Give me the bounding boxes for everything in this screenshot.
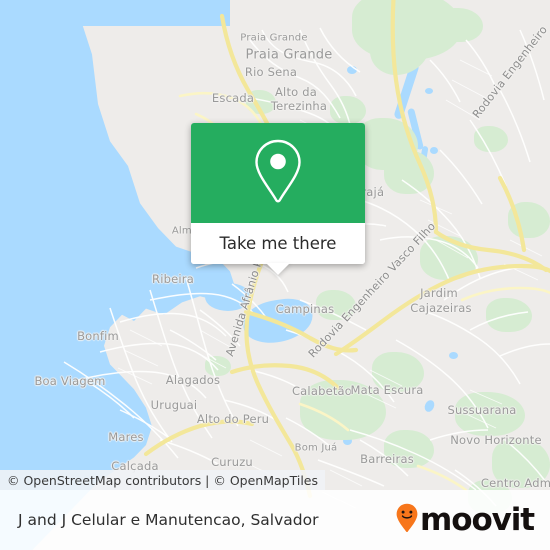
popup-pointer (266, 263, 290, 275)
page-title: J and J Celular e Manutencao, Salvador (18, 511, 319, 529)
popup-header (191, 123, 365, 223)
map-canvas[interactable]: Praia Grande Praia Grande Rio Sena Escad… (0, 0, 550, 550)
moovit-pin-icon (396, 503, 418, 538)
map-pin-icon (250, 136, 306, 211)
moovit-logo[interactable]: moovit (396, 501, 535, 538)
moovit-wordmark: moovit (420, 501, 535, 538)
footer-bar: J and J Celular e Manutencao, Salvador m… (0, 490, 550, 550)
map-attribution[interactable]: © OpenStreetMap contributors | © OpenMap… (0, 470, 326, 490)
destination-popup[interactable]: Take me there (191, 123, 365, 275)
take-me-there-button[interactable]: Take me there (191, 223, 365, 264)
map-screen: Praia Grande Praia Grande Rio Sena Escad… (0, 0, 550, 550)
road-network (63, 0, 550, 509)
